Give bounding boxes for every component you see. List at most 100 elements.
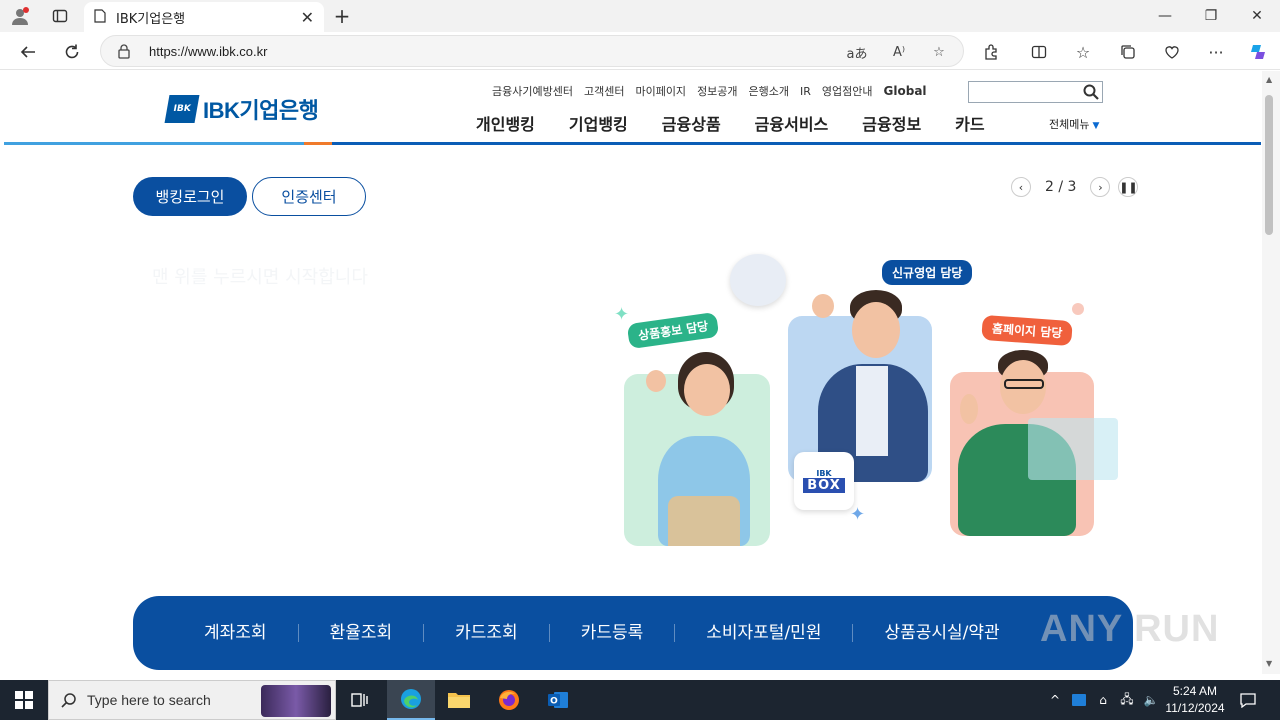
nav-financial-info[interactable]: 금융정보 <box>862 111 921 135</box>
nav-divider-accent <box>304 142 332 145</box>
network-icon[interactable]: 🖧 <box>1116 680 1138 720</box>
person-right-hand <box>960 394 978 424</box>
util-link-branch[interactable]: 영업점안내 <box>822 83 873 99</box>
tab-actions-icon[interactable] <box>48 4 72 28</box>
ibk-homepage: IBK IBK기업은행 금융사기예방센터 고객센터 마이페이지 정보공개 은행소… <box>4 71 1261 671</box>
notification-icon[interactable] <box>1236 680 1260 720</box>
nav-personal-banking[interactable]: 개인뱅킹 <box>476 111 535 135</box>
quick-card-inquiry[interactable]: 카드조회 <box>424 624 550 642</box>
file-explorer-icon[interactable] <box>435 680 483 720</box>
banking-login-button[interactable]: 뱅킹로그인 <box>133 177 247 216</box>
back-icon[interactable] <box>14 38 42 66</box>
page-scrollbar[interactable]: ▲ ▼ <box>1262 71 1280 674</box>
url-bar[interactable]: https://www.ibk.co.kr aあ A⁾ ☆ <box>100 35 964 67</box>
nav-financial-products[interactable]: 금융상품 <box>662 111 721 135</box>
close-tab-icon[interactable]: ✕ <box>301 8 314 27</box>
nav-financial-services[interactable]: 금융서비스 <box>755 111 829 135</box>
person-center-shirt <box>856 366 888 456</box>
util-link-about[interactable]: 은행소개 <box>749 83 789 99</box>
ibk-logo-text: IBK기업은행 <box>203 98 319 123</box>
translate-icon[interactable]: aあ <box>845 40 869 64</box>
tag-homepage: 홈페이지 담당 <box>981 314 1074 347</box>
chevron-left-icon[interactable]: ‹ <box>1011 177 1031 197</box>
nav-corporate-banking[interactable]: 기업뱅킹 <box>569 111 628 135</box>
split-screen-icon[interactable] <box>1025 38 1053 66</box>
banner-page-count: 2 / 3 <box>1045 179 1077 195</box>
sparkle-icon: ✦ <box>850 504 866 525</box>
person-left-fist <box>646 370 666 392</box>
outlook-tray-icon[interactable] <box>1068 680 1090 720</box>
ibk-box-logo: IBK BOX <box>794 452 854 510</box>
util-link-customer[interactable]: 고객센터 <box>584 83 624 99</box>
pause-icon[interactable]: ❚❚ <box>1118 177 1139 197</box>
all-menu-button[interactable]: 전체메뉴 ▼ <box>1049 116 1099 132</box>
volume-icon[interactable]: 🔈 <box>1140 680 1162 720</box>
more-options-icon[interactable]: ··· <box>1202 38 1230 66</box>
scroll-thumb[interactable] <box>1265 95 1273 235</box>
windows-start-icon[interactable] <box>0 680 48 720</box>
dot-decoration <box>1072 303 1084 315</box>
performance-icon[interactable] <box>1158 38 1186 66</box>
device-icon[interactable]: ⌂ <box>1092 680 1114 720</box>
ibk-logo-mark: IBK <box>164 95 200 123</box>
util-link-fraud[interactable]: 금융사기예방센터 <box>492 83 573 99</box>
windows-taskbar: Type here to search O ^ ⌂ 🖧 🔈 5:24 AM 11… <box>0 680 1280 720</box>
minimize-icon[interactable]: — <box>1142 0 1188 32</box>
util-link-mypage[interactable]: 마이페이지 <box>635 83 686 99</box>
collections-icon[interactable] <box>1114 38 1142 66</box>
util-link-ir[interactable]: IR <box>800 85 811 98</box>
hologram-panel <box>1028 418 1118 480</box>
copilot-icon[interactable] <box>1244 38 1272 66</box>
banner-illustration[interactable]: ✦ 상품홍보 담당 신규영업 담당 IBK BOX ✦ 홈페이지 담당 <box>608 246 1128 566</box>
chevron-right-icon[interactable]: › <box>1090 177 1111 197</box>
search-icon[interactable] <box>1082 83 1100 105</box>
profile-icon[interactable] <box>8 4 32 28</box>
extensions-icon[interactable] <box>977 38 1005 66</box>
favorite-star-icon[interactable]: ☆ <box>927 40 951 64</box>
quick-consumer-portal[interactable]: 소비자포털/민원 <box>675 624 854 642</box>
nav-card[interactable]: 카드 <box>955 111 984 135</box>
quick-product-terms[interactable]: 상품공시실/약관 <box>853 624 1030 642</box>
tab-title: IBK기업은행 <box>116 11 186 27</box>
scroll-up-icon[interactable]: ▲ <box>1266 75 1272 84</box>
person-center-head <box>852 302 900 358</box>
glasses-icon <box>1004 379 1044 389</box>
person-left-head <box>684 364 730 416</box>
banner-faint-text: 맨 위를 누르시면 시작합니다 <box>152 267 368 288</box>
task-view-icon[interactable] <box>336 680 384 720</box>
main-navigation: 개인뱅킹 기업뱅킹 금융상품 금융서비스 금융정보 카드 <box>476 111 1019 135</box>
favorites-icon[interactable]: ☆ <box>1069 38 1097 66</box>
browser-tab[interactable]: IBK기업은행 ✕ <box>84 2 324 32</box>
phone-bubble <box>730 254 786 306</box>
firefox-icon[interactable] <box>485 680 533 720</box>
quick-card-register[interactable]: 카드등록 <box>550 624 676 642</box>
search-icon <box>61 692 77 712</box>
nav-divider-highlight <box>4 142 304 145</box>
show-hidden-icons[interactable]: ^ <box>1046 680 1064 720</box>
edge-icon[interactable] <box>387 680 435 720</box>
quick-menu-bar: 계좌조회 환율조회 카드조회 카드등록 소비자포털/민원 상품공시실/약관 <box>133 596 1133 670</box>
window-close-icon[interactable]: ✕ <box>1234 0 1280 32</box>
site-search-input[interactable] <box>968 81 1103 103</box>
certificate-center-button[interactable]: 인증센터 <box>252 177 366 216</box>
quick-account-inquiry[interactable]: 계좌조회 <box>173 624 299 642</box>
utility-links: 금융사기예방센터 고객센터 마이페이지 정보공개 은행소개 IR 영업점안내 G… <box>492 83 927 99</box>
read-aloud-icon[interactable]: A⁾ <box>887 40 911 64</box>
util-link-disclosure[interactable]: 정보공개 <box>697 83 737 99</box>
scroll-down-icon[interactable]: ▼ <box>1266 659 1272 668</box>
all-menu-label: 전체메뉴 <box>1049 118 1090 131</box>
outlook-icon[interactable]: O <box>534 680 582 720</box>
ibk-box-top: IBK <box>816 469 832 478</box>
clock-date: 11/12/2024 <box>1165 701 1225 715</box>
taskbar-clock[interactable]: 5:24 AM 11/12/2024 <box>1160 683 1230 717</box>
url-text[interactable]: https://www.ibk.co.kr <box>149 44 267 59</box>
global-link[interactable]: Global <box>884 84 927 98</box>
quick-exchange-rate[interactable]: 환율조회 <box>299 624 425 642</box>
taskbar-search-input[interactable]: Type here to search <box>48 680 336 720</box>
search-highlight-image <box>261 685 331 717</box>
lock-icon[interactable] <box>117 43 131 63</box>
refresh-icon[interactable] <box>58 38 86 66</box>
new-tab-icon[interactable]: + <box>330 4 354 28</box>
ibk-logo[interactable]: IBK IBK기업은행 <box>164 93 319 125</box>
restore-icon[interactable]: ❐ <box>1188 0 1234 32</box>
